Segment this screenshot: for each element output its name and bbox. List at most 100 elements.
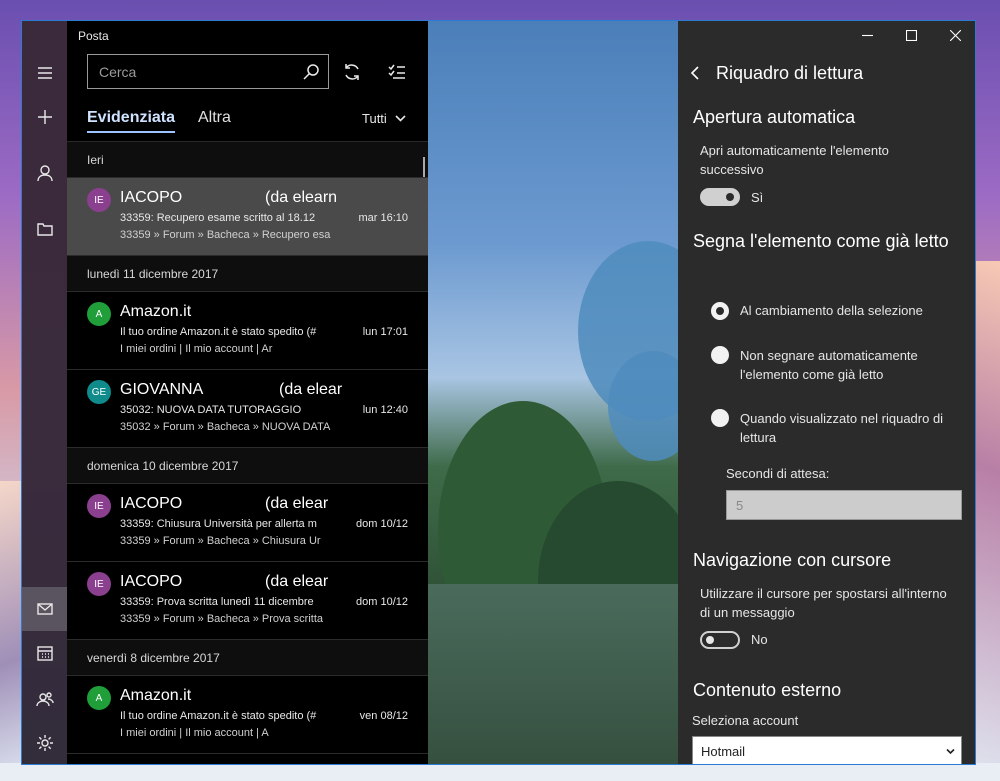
radio-when-viewed[interactable] <box>711 409 729 427</box>
message-sender: Amazon.it <box>120 687 192 704</box>
message-preview: I miei ordini | Il mio account | A <box>120 727 269 739</box>
message-sender: Amazon.it <box>120 303 192 320</box>
radio-label-when-viewed: Quando visualizzato nel riquadro di lett… <box>740 411 944 445</box>
message-item[interactable]: IE IACOPO (da elear 33359: Prova scritta lu… <box>67 562 428 640</box>
minimize-icon <box>861 34 873 36</box>
caret-browsing-description: Utilizzare il cursore per spostarsi all'… <box>700 586 947 620</box>
group-header: domenica 10 dicembre 2017 <box>67 448 428 484</box>
mark-read-heading: Segna l'elemento come già letto <box>693 231 949 251</box>
chevron-down-icon <box>395 115 406 122</box>
account-select-label: Seleziona account <box>692 713 799 728</box>
plus-icon <box>37 110 52 124</box>
search-input[interactable] <box>88 62 301 81</box>
caret-browsing-heading: Navigazione con cursore <box>693 550 892 570</box>
people-icon <box>35 692 54 707</box>
sync-button[interactable] <box>339 59 365 85</box>
message-subject: Il tuo ordine Amazon.it è stato spedito … <box>120 326 317 338</box>
wait-seconds-input[interactable] <box>726 490 962 520</box>
message-item[interactable]: GE GIOVANNA (da elear 35032: NUOVA DATA TUT… <box>67 370 428 448</box>
message-preview: I miei ordini | Il mio account | Ar <box>120 343 273 355</box>
person-icon <box>36 165 53 182</box>
search-box[interactable] <box>87 54 329 89</box>
message-preview: 33359 » Forum » Bacheca » Chiusura Ur <box>120 535 321 547</box>
message-subject: 35032: NUOVA DATA TUTORAGGIO <box>120 404 302 416</box>
message-preview: 33359 » Forum » Bacheca » Prova scritta <box>120 613 323 625</box>
calendar-app-button[interactable] <box>22 631 67 675</box>
filter-dropdown[interactable]: Tutti <box>362 111 406 126</box>
wait-seconds-label: Secondi di attesa: <box>726 466 830 481</box>
radio-label-on-selection-change: Al cambiamento della selezione <box>740 303 923 318</box>
message-item[interactable]: A Amazon.it Il tuo ordine Amazon.it è stat… <box>67 292 428 370</box>
radio-on-selection-change[interactable] <box>711 302 729 320</box>
close-button[interactable] <box>933 21 975 49</box>
folders-button[interactable] <box>22 207 67 251</box>
reading-pane-settings: Riquadro di lettura Apertura automatica … <box>678 21 975 764</box>
auto-open-toggle-label: Sì <box>751 190 764 205</box>
message-preview: 35032 » Forum » Bacheca » NUOVA DATA <box>120 421 331 433</box>
account-select-value: Hotmail <box>701 743 746 759</box>
people-app-button[interactable] <box>22 677 67 721</box>
maximize-button[interactable] <box>889 21 933 49</box>
message-subject: 33359: Recupero esame scritto al 18.12 <box>120 212 316 224</box>
message-date: mar 16:10 <box>358 212 408 224</box>
minimize-button[interactable] <box>845 21 889 49</box>
new-mail-button[interactable] <box>22 95 67 139</box>
message-item[interactable]: A Amazon.it Il tuo ordine Amazon.it è stat… <box>67 676 428 754</box>
message-sender: GIOVANNA <box>120 381 204 398</box>
radio-label-dont-mark: Non segnare automaticamente l'elemento c… <box>740 348 918 382</box>
tab-focused[interactable]: Evidenziata <box>87 109 176 133</box>
message-sender-detail: (da elear <box>265 573 329 590</box>
envelope-icon <box>36 603 53 615</box>
background-scenery <box>428 21 678 764</box>
auto-open-toggle[interactable] <box>700 188 740 206</box>
message-item[interactable]: IE IACOPO (da elearn 33359: Recupero esame … <box>67 178 428 256</box>
chevron-left-icon <box>690 66 699 80</box>
settings-button[interactable] <box>22 721 67 764</box>
message-date: dom 10/12 <box>356 596 408 608</box>
tab-other[interactable]: Altra <box>198 109 231 127</box>
message-subject: Il tuo ordine Amazon.it è stato spedito … <box>120 710 317 722</box>
message-date: ven 08/12 <box>359 710 408 722</box>
message-subject: 33359: Prova scritta lunedì 11 dicembre <box>120 596 314 608</box>
message-item[interactable]: IE IACOPO (da elear 33359: Chiusura Univers… <box>67 484 428 562</box>
message-subject: 33359: Chiusura Università per allerta m <box>120 518 317 530</box>
avatar: GE <box>87 380 111 404</box>
desktop-wallpaper-left <box>0 481 22 781</box>
auto-open-description: Apri automaticamente l'elemento successi… <box>700 143 889 177</box>
toggle-knob <box>706 636 714 644</box>
folder-icon <box>36 223 53 236</box>
avatar: A <box>87 302 111 326</box>
avatar: A <box>87 686 111 710</box>
accounts-button[interactable] <box>22 151 67 195</box>
water-area <box>428 584 678 764</box>
radio-dont-mark[interactable] <box>711 346 729 364</box>
message-preview: 33359 » Forum » Bacheca » Recupero esa <box>120 229 331 241</box>
message-list[interactable]: Ieri IE IACOPO (da elearn 33359: Recupero es… <box>67 142 428 764</box>
caret-browsing-toggle[interactable] <box>700 631 740 649</box>
panel-title: Riquadro di lettura <box>716 63 864 83</box>
avatar: IE <box>87 494 111 518</box>
account-select[interactable]: Hotmail <box>692 736 962 764</box>
back-button[interactable] <box>690 63 706 83</box>
message-sender: IACOPO <box>120 495 183 512</box>
app-title: Posta <box>78 29 109 43</box>
scrollbar-thumb[interactable] <box>423 157 425 177</box>
sync-icon <box>345 64 359 80</box>
mail-app-button[interactable] <box>22 587 67 631</box>
filter-label: Tutti <box>362 111 387 126</box>
avatar: IE <box>87 572 111 596</box>
message-sender: IACOPO <box>120 573 183 590</box>
group-header: lunedì 11 dicembre 2017 <box>67 256 428 292</box>
desktop-wallpaper-bottom <box>0 763 1000 781</box>
toggle-knob <box>726 193 734 201</box>
window-titlebar <box>678 21 975 49</box>
maximize-icon <box>905 29 917 41</box>
message-date: lun 12:40 <box>362 404 408 416</box>
search-icon[interactable] <box>302 63 320 81</box>
gear-icon <box>36 735 53 751</box>
message-date: dom 10/12 <box>356 518 408 530</box>
mail-window: Posta Evidenziata Altra Tutti Ieri IE IACO… <box>21 20 976 765</box>
hamburger-menu-button[interactable] <box>22 51 67 95</box>
selection-mode-button[interactable] <box>384 59 410 85</box>
checklist-icon <box>388 64 405 79</box>
